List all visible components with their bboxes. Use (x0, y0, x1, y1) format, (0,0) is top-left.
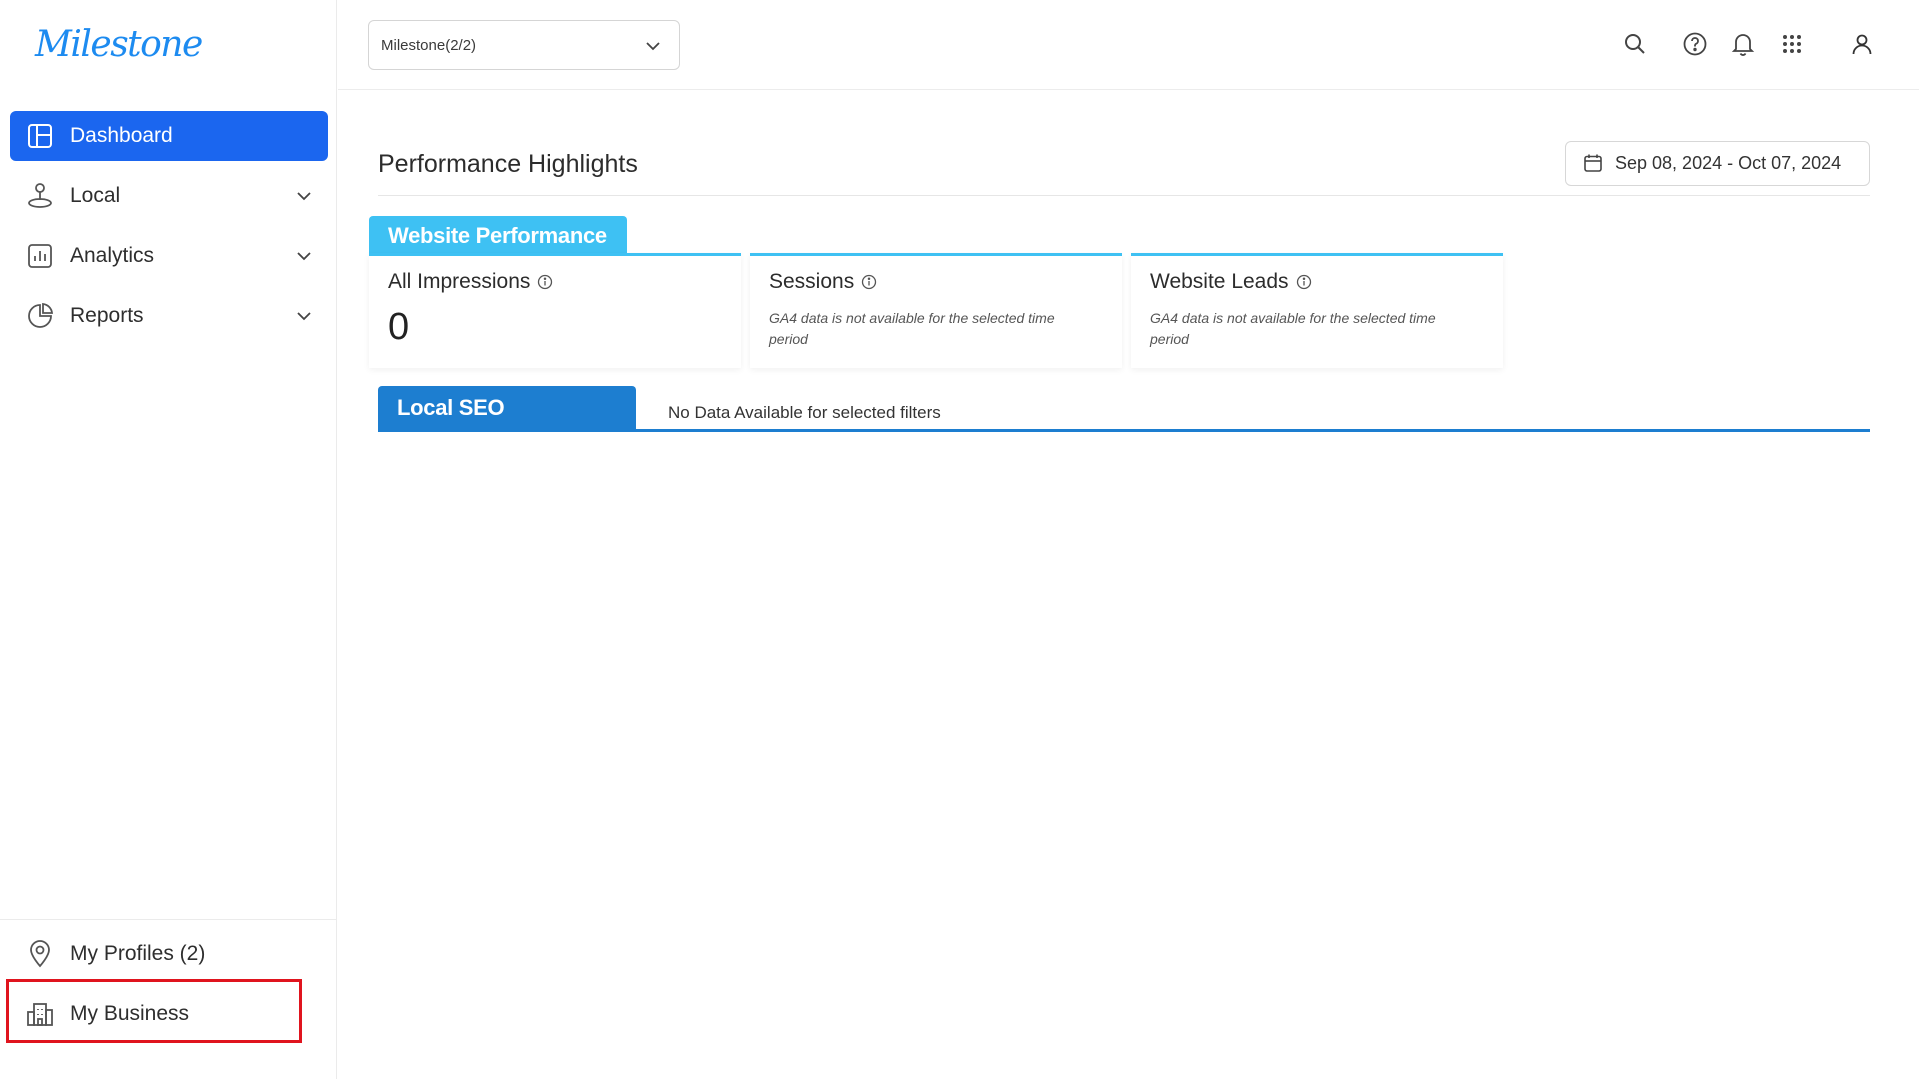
metric-title-text: Website Leads (1150, 270, 1289, 293)
date-range-value: Sep 08, 2024 - Oct 07, 2024 (1615, 153, 1842, 173)
apps-grid-icon[interactable] (1776, 28, 1808, 60)
location-pin-icon (25, 939, 55, 969)
top-icons (1619, 28, 1919, 60)
highlight-annotation-box (6, 979, 302, 1043)
account-selector[interactable]: Milestone(2/2) (368, 20, 680, 70)
metric-value: 0 (388, 306, 410, 348)
sidebar-item-label: My Profiles (2) (70, 942, 206, 965)
metric-unavailable-note: GA4 data is not available for the select… (769, 310, 1055, 347)
chevron-down-icon[interactable] (294, 306, 314, 326)
sidebar-item-label: Reports (70, 304, 144, 327)
account-selector-value: Milestone(2/2) (381, 36, 477, 54)
brand-logo[interactable]: Milestone (35, 24, 203, 65)
chevron-down-icon[interactable] (294, 246, 314, 266)
sidebar-item-local[interactable]: Local (10, 171, 328, 221)
sidebar-item-label: Dashboard (70, 124, 173, 147)
tab-local-seo[interactable]: Local SEO (378, 386, 636, 430)
sidebar-item-label: Analytics (70, 244, 155, 267)
local-seo-underline (378, 429, 1870, 432)
info-icon[interactable] (537, 274, 553, 290)
local-seo-empty-message: No Data Available for selected filters (668, 403, 941, 422)
metric-title-text: Sessions (769, 270, 855, 293)
search-icon[interactable] (1619, 28, 1651, 60)
top-bar: Milestone(2/2) (338, 0, 1919, 90)
info-icon[interactable] (861, 274, 877, 290)
metric-card-title: Website Leads (1150, 270, 1484, 294)
sidebar-item-dashboard[interactable]: Dashboard (10, 111, 328, 161)
date-range-picker[interactable]: Sep 08, 2024 - Oct 07, 2024 (1565, 141, 1870, 186)
bell-icon[interactable] (1727, 28, 1759, 60)
metric-card-website-leads: Website Leads GA4 data is not available … (1131, 253, 1503, 368)
metric-title-text: All Impressions (388, 270, 531, 293)
sidebar-item-label: Local (70, 184, 121, 207)
calendar-icon (1583, 153, 1605, 175)
metric-card-sessions: Sessions GA4 data is not available for t… (750, 253, 1122, 368)
sidebar-item-analytics[interactable]: Analytics (10, 231, 328, 281)
user-icon[interactable] (1846, 28, 1878, 60)
tab-website-performance[interactable]: Website Performance (369, 216, 627, 256)
dashboard-icon (25, 121, 55, 151)
page-title: Performance Highlights (378, 150, 638, 178)
sidebar-item-my-profiles[interactable]: My Profiles (2) (0, 926, 337, 982)
app-root: Milestone Dashboard Local Analytics Repo… (0, 0, 1919, 1079)
main-content: Performance Highlights Sep 08, 2024 - Oc… (338, 90, 1919, 1079)
chevron-down-icon (643, 36, 663, 56)
metric-unavailable-note: GA4 data is not available for the select… (1150, 310, 1436, 347)
metric-card-title: All Impressions (388, 270, 722, 294)
reports-icon (25, 301, 55, 331)
sidebar-item-reports[interactable]: Reports (10, 291, 328, 341)
metric-card-title: Sessions (769, 270, 1103, 294)
analytics-icon (25, 241, 55, 271)
sidebar: Milestone Dashboard Local Analytics Repo… (0, 0, 337, 1079)
help-icon[interactable] (1679, 28, 1711, 60)
title-divider (378, 195, 1870, 196)
sidebar-nav: Dashboard Local Analytics Reports (10, 111, 328, 351)
metric-card-all-impressions: All Impressions 0 (369, 253, 741, 368)
local-pin-icon (25, 181, 55, 211)
chevron-down-icon[interactable] (294, 186, 314, 206)
info-icon[interactable] (1296, 274, 1312, 290)
